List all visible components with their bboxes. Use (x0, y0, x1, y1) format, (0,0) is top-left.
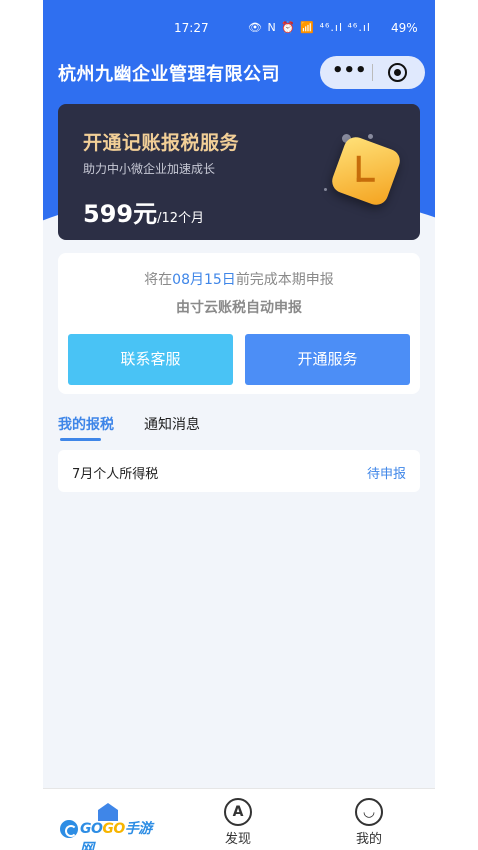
open-service-button[interactable]: 开通服务 (245, 334, 410, 385)
more-icon[interactable]: ••• (332, 59, 367, 85)
deadline-date: 08月15日 (172, 272, 236, 288)
promo-title: 开通记账报税服务 (83, 132, 240, 154)
tabbar-item-discover[interactable]: A 发现 (198, 789, 278, 850)
promo-subtitle: 助力中小微企业加速成长 (83, 162, 216, 176)
notice-prefix: 将在 (144, 272, 173, 288)
price-amount: 599元 (83, 200, 158, 228)
profile-smile-icon: ◡ (355, 798, 383, 826)
auto-declare-text: 由寸云账税自动申报 (176, 300, 302, 316)
sparkle-decoration (368, 134, 373, 139)
close-miniprogram-icon[interactable] (388, 63, 407, 82)
tab-my-tax[interactable]: 我的报税 (58, 414, 114, 434)
page-title: 杭州九幽企业管理有限公司 (58, 64, 280, 85)
watermark-icon (58, 818, 80, 840)
deadline-notice: 将在08月15日前完成本期申报 (58, 269, 420, 289)
watermark-go: GO (80, 821, 103, 837)
tax-item-name: 7月个人所得税 (72, 467, 159, 482)
promo-banner[interactable]: 开通记账报税服务 助力中小微企业加速成长 599元/12个月 (58, 104, 420, 240)
contact-service-button[interactable]: 联系客服 (68, 334, 233, 385)
tabbar-item-mine[interactable]: ◡ 我的 (329, 789, 409, 850)
tax-item-status: 待申报 (366, 467, 406, 482)
coin-icon (328, 133, 404, 209)
tab-notifications[interactable]: 通知消息 (144, 414, 200, 434)
tabbar-label-discover: 发现 (224, 832, 251, 847)
status-time: 17:27 (174, 21, 209, 35)
promo-price: 599元/12个月 (83, 194, 204, 229)
service-card: 将在08月15日前完成本期申报 由寸云账税自动申报 联系客服 开通服务 (58, 253, 420, 394)
app-screen: 17:27 👁 N ⏰ 📶 ⁴⁶.ıl ⁴⁶.ıl 49% 杭州九幽企业管理有限… (43, 0, 435, 850)
status-bar: 17:27 👁 N ⏰ 📶 ⁴⁶.ıl ⁴⁶.ıl 49% (43, 18, 435, 40)
sparkle-decoration (324, 188, 327, 191)
price-period: /12个月 (157, 211, 205, 226)
capsule-divider (372, 64, 373, 81)
notice-suffix: 前完成本期申报 (235, 272, 334, 288)
compass-icon: A (224, 798, 252, 826)
watermark-logo: GOGO手游网 (58, 816, 153, 850)
active-tab-indicator (60, 438, 101, 441)
tabbar-label-mine: 我的 (355, 832, 382, 847)
battery-level: 49% (391, 21, 418, 35)
content-tabs: 我的报税 通知消息 (58, 414, 420, 442)
status-icons: 👁 N ⏰ 📶 ⁴⁶.ıl ⁴⁶.ıl (248, 21, 371, 34)
list-item[interactable]: 7月个人所得税 待申报 (58, 450, 420, 492)
miniprogram-capsule: ••• (320, 56, 425, 89)
watermark-text: GOGO手游网 (80, 818, 153, 850)
watermark-go2: GO (102, 821, 125, 837)
